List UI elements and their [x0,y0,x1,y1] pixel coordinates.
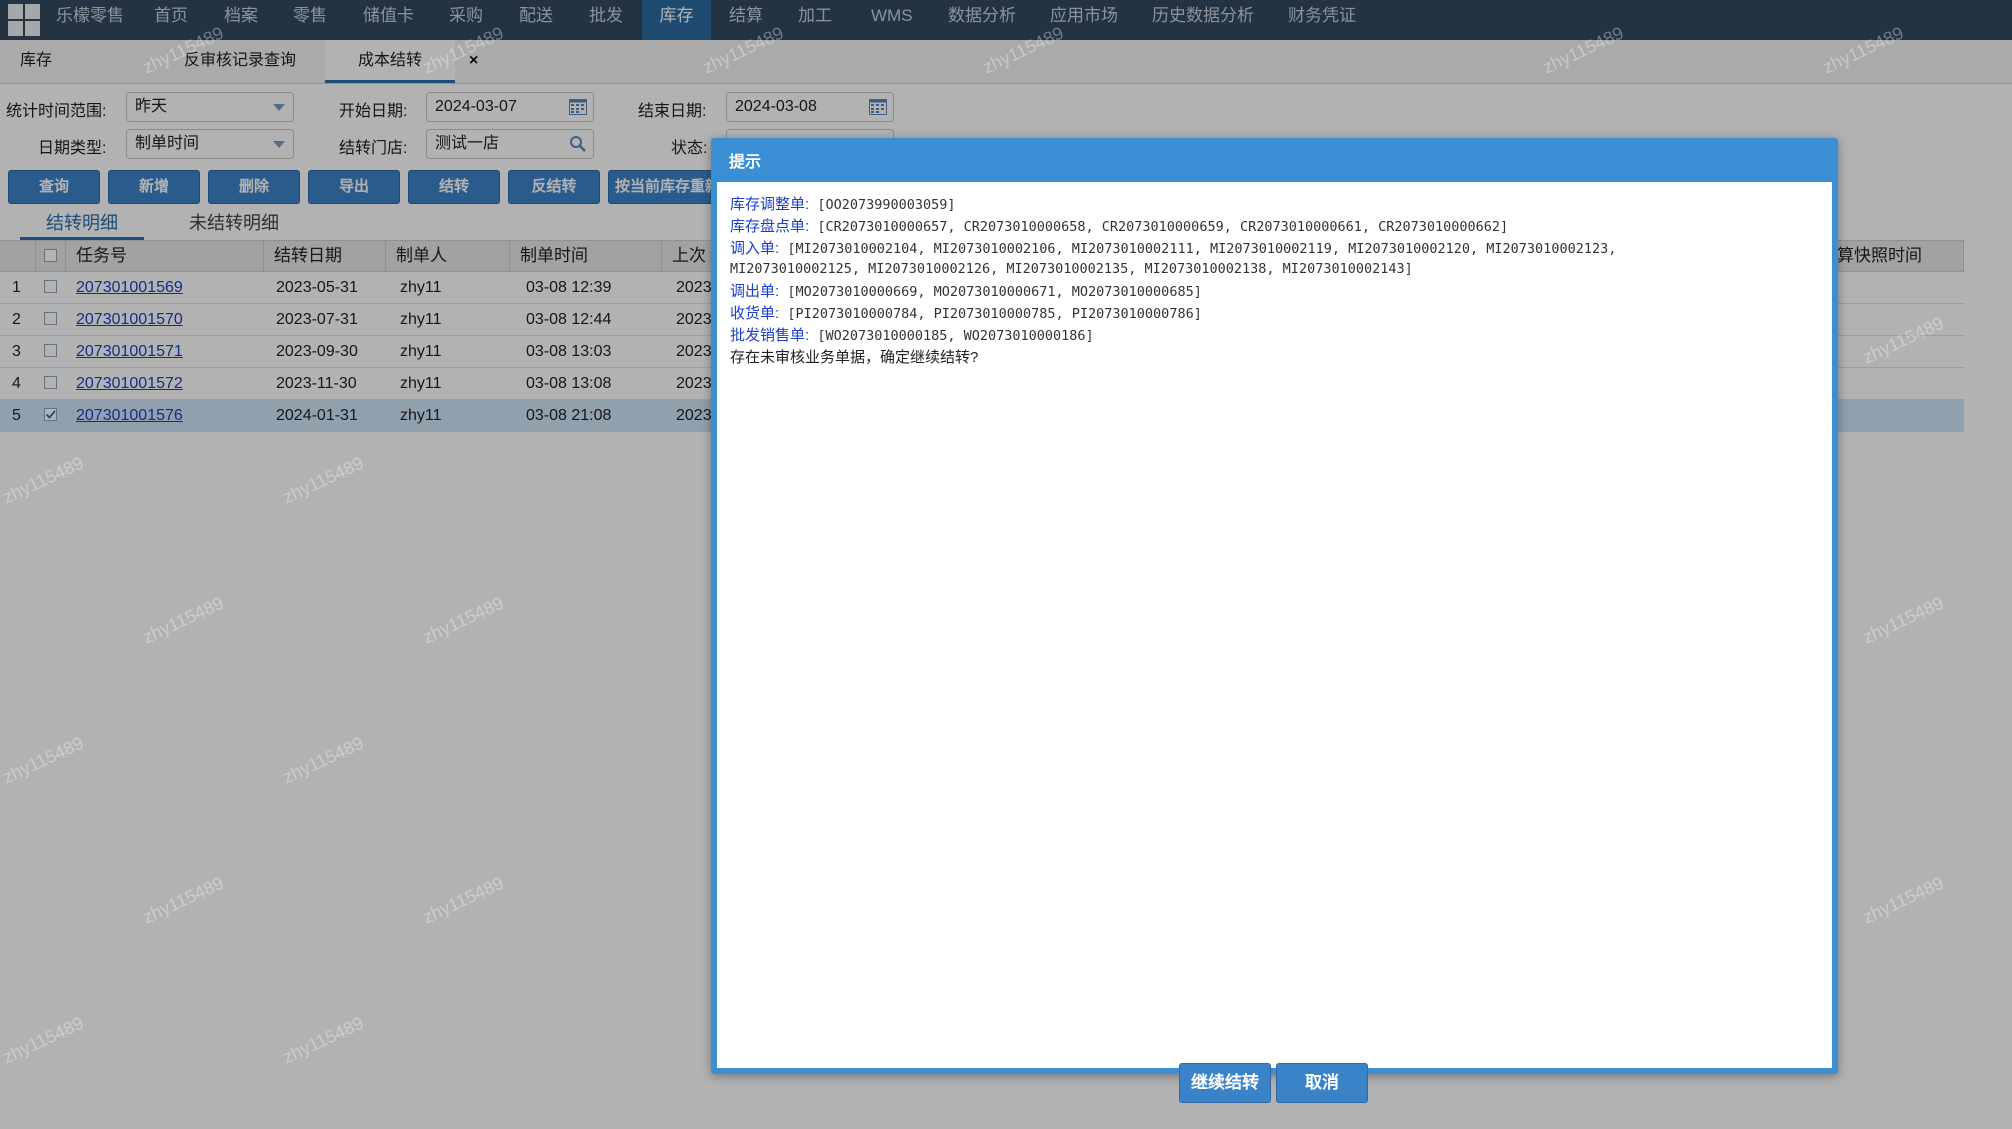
confirm-dialog: 提示 库存调整单: [OO2073990003059] 库存盘点单: [CR20… [711,138,1838,1103]
cancel-button[interactable]: 取消 [1276,1063,1368,1103]
dialog-title: 提示 [729,154,762,171]
doc-number-list: [PI2073010000784, PI2073010000785, PI207… [787,306,1202,322]
doc-type-label: 调出单: [730,283,780,300]
doc-type-label: 库存盘点单: [730,218,810,235]
doc-number-list: [OO2073990003059] [817,197,956,213]
watermark: zhy115489 [419,592,507,648]
dialog-line-transfer-in-cont: MI2073010002125, MI2073010002126, MI2073… [730,259,1413,280]
watermark: zhy115489 [699,22,787,78]
doc-type-label: 库存调整单: [730,196,810,213]
watermark: zhy115489 [279,1012,367,1068]
doc-number-list: [MI2073010002104, MI2073010002106, MI207… [787,241,1617,257]
watermark: zhy115489 [979,22,1067,78]
watermark: zhy115489 [1859,592,1947,648]
watermark: zhy115489 [0,452,87,508]
watermark: zhy115489 [419,22,507,78]
watermark: zhy115489 [419,872,507,928]
dialog-line-adjustment: 库存调整单: [OO2073990003059] [730,194,955,216]
doc-type-label: 收货单: [730,305,780,322]
doc-number-list: [MO2073010000669, MO2073010000671, MO207… [787,284,1202,300]
watermark: zhy115489 [1859,312,1947,368]
dialog-line-transfer-in: 调入单: [MI2073010002104, MI2073010002106, … [730,238,1616,260]
dialog-line-transfer-out: 调出单: [MO2073010000669, MO2073010000671, … [730,281,1202,303]
doc-number-list: [CR2073010000657, CR2073010000658, CR207… [817,219,1509,235]
doc-type-label: 批发销售单: [730,327,810,344]
continue-carryover-button[interactable]: 继续结转 [1179,1063,1271,1103]
doc-type-label: 调入单: [730,240,780,257]
watermark: zhy115489 [139,872,227,928]
watermark: zhy115489 [0,1012,87,1068]
watermark: zhy115489 [139,22,227,78]
doc-number-list: [WO2073010000185, WO2073010000186] [817,328,1094,344]
watermark: zhy115489 [139,592,227,648]
watermark: zhy115489 [0,732,87,788]
dialog-line-stocktake: 库存盘点单: [CR2073010000657, CR2073010000658… [730,216,1508,238]
dialog-body: 库存调整单: [OO2073990003059] 库存盘点单: [CR20730… [717,182,1832,1103]
watermark: zhy115489 [1819,22,1907,78]
doc-number-list: MI2073010002125, MI2073010002126, MI2073… [730,261,1413,277]
dialog-line-receipt: 收货单: [PI2073010000784, PI2073010000785, … [730,303,1202,325]
watermark: zhy115489 [279,452,367,508]
dialog-line-wholesale-sales: 批发销售单: [WO2073010000185, WO2073010000186… [730,325,1094,347]
watermark: zhy115489 [1539,22,1627,78]
watermark: zhy115489 [279,732,367,788]
watermark: zhy115489 [1859,872,1947,928]
dialog-message: 存在未审核业务单据，确定继续结转? [730,349,979,366]
